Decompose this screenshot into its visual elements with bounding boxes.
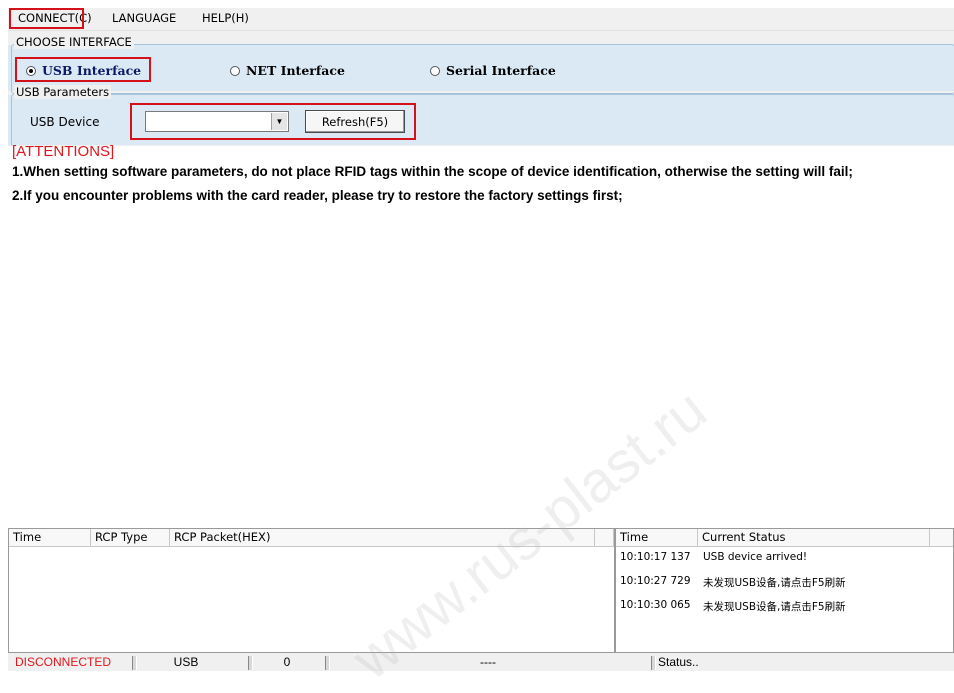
info-status: ---- (480, 655, 496, 669)
column-header-current-status[interactable]: Current Status (698, 529, 930, 546)
radio-serial-interface[interactable]: Serial Interface (430, 63, 556, 78)
column-header-time[interactable]: Time (9, 529, 91, 546)
attention-line-2: 2.If you encounter problems with the car… (12, 188, 623, 203)
status-row-text: 未发现USB设备,请点击F5刷新 (703, 601, 846, 613)
radio-dot-icon (230, 66, 240, 76)
attentions-title: [ATTENTIONS] (12, 143, 115, 160)
attentions-area (8, 146, 954, 528)
column-header-empty[interactable] (595, 529, 614, 546)
status-row-time: 10:10:17 137 (620, 551, 691, 563)
status-row-time: 10:10:27 729 (620, 575, 691, 587)
app-window: CONNECT(C) LANGUAGE HELP(H) CHOOSE INTER… (8, 8, 954, 671)
packet-table-header: Time RCP Type RCP Packet(HEX) (9, 529, 614, 547)
radio-dot-icon (430, 66, 440, 76)
radio-serial-label: Serial Interface (446, 63, 556, 78)
status-table: Time Current Status 10:10:17 137 USB dev… (615, 528, 954, 653)
column-header-rcp-type[interactable]: RCP Type (91, 529, 170, 546)
status-row-text: USB device arrived! (703, 551, 808, 563)
interface-status: USB (173, 655, 199, 669)
radio-net-label: NET Interface (246, 63, 345, 78)
connection-status: DISCONNECTED (14, 655, 111, 669)
usb-parameters-title: USB Parameters (14, 85, 112, 99)
status-text: Status.. (658, 655, 699, 669)
usb-device-label: USB Device (30, 115, 100, 129)
highlight-connect-menu (9, 8, 84, 29)
status-row-text: 未发现USB设备,请点击F5刷新 (703, 577, 846, 589)
count-status: 0 (283, 655, 291, 669)
packet-table: Time RCP Type RCP Packet(HEX) (8, 528, 615, 653)
choose-interface-title: CHOOSE INTERFACE (14, 35, 134, 49)
radio-net-interface[interactable]: NET Interface (230, 63, 345, 78)
menu-help[interactable]: HELP(H) (202, 11, 249, 25)
attention-line-1: 1.When setting software parameters, do n… (12, 164, 853, 179)
status-row-time: 10:10:30 065 (620, 599, 691, 611)
menu-language[interactable]: LANGUAGE (112, 11, 176, 25)
column-header-time[interactable]: Time (616, 529, 698, 546)
highlight-usb-device (130, 103, 416, 140)
highlight-usb-interface (15, 57, 151, 82)
status-table-header: Time Current Status (616, 529, 953, 547)
status-separator (651, 656, 656, 670)
menu-bar: CONNECT(C) LANGUAGE HELP(H) (8, 8, 954, 31)
column-header-rcp-packet[interactable]: RCP Packet(HEX) (170, 529, 595, 546)
status-bar: DISCONNECTED USB 0 ---- Status.. (8, 653, 954, 671)
